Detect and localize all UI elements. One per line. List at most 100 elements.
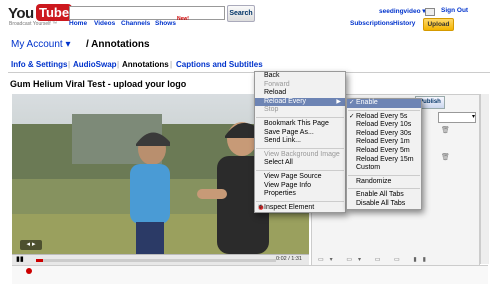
tab-audioswap[interactable]: AudioSwap: [73, 60, 117, 69]
menu-item-enable-all-tabs[interactable]: Enable All Tabs: [347, 191, 421, 200]
menu-item-inspect-element[interactable]: 🐞 Inspect Element: [255, 204, 345, 213]
progress-track[interactable]: [36, 259, 276, 262]
menu-item-reload-every-1m[interactable]: Reload Every 1m: [347, 138, 421, 147]
menu-item-label: View Background Image: [264, 150, 340, 158]
menu-separator: [348, 174, 420, 176]
menu-item-select-all[interactable]: Select All: [255, 159, 345, 168]
nav-home[interactable]: Home: [69, 20, 87, 27]
menu-item-reload-every-5s[interactable]: ✓ Reload Every 5s: [347, 113, 421, 122]
firebug-icon: 🐞: [257, 204, 265, 211]
logo-tube-text: Tube: [36, 4, 73, 21]
menu-separator: [256, 147, 344, 149]
menu-item-label: Back: [264, 72, 280, 79]
search-button[interactable]: Search: [227, 5, 255, 22]
tab-divider: |: [68, 60, 71, 69]
menu-item-save-page-as[interactable]: Save Page As...: [255, 129, 345, 138]
search-input[interactable]: [69, 6, 225, 20]
tab-captions-subtitles[interactable]: Captions and Subtitles: [176, 60, 263, 69]
prev-next-icon[interactable]: ◂ ▸: [20, 240, 42, 250]
menu-item-back[interactable]: Back: [255, 72, 345, 81]
menu-item-label: Disable All Tabs: [356, 199, 406, 207]
menu-item-label: Reload: [264, 89, 287, 97]
menu-item-reload-every-30s[interactable]: Reload Every 30s: [347, 130, 421, 139]
tagline: Broadcast Yourself ™: [9, 21, 58, 27]
play-pause-icon[interactable]: ▮▮: [16, 255, 24, 263]
menu-item-label: Stop: [264, 106, 279, 114]
tab-annotations[interactable]: Annotations: [122, 60, 169, 69]
timeline-marker[interactable]: [26, 268, 32, 274]
progress-fill: [36, 259, 44, 262]
menu-item-properties[interactable]: Properties: [255, 190, 345, 199]
page-title: / Annotations: [86, 39, 150, 50]
menu-item-label: View Page Source: [264, 172, 322, 180]
new-badge: New!: [177, 16, 189, 22]
menu-item-reload-every-5m[interactable]: Reload Every 5m: [347, 147, 421, 156]
tab-divider: |: [117, 60, 120, 69]
menu-item-view-page-info[interactable]: View Page Info: [255, 182, 345, 191]
annotation-timeline[interactable]: [12, 265, 488, 284]
menu-item-custom[interactable]: Custom: [347, 164, 421, 173]
nav-videos[interactable]: Videos: [94, 20, 115, 27]
menu-item-label: Randomize: [356, 177, 392, 185]
menu-item-label: Reload Every 30s: [356, 129, 412, 137]
menu-separator: [256, 169, 344, 171]
trash-icon[interactable]: 🗑: [441, 153, 450, 161]
checkmark-icon: ✓: [349, 112, 355, 120]
menu-item-label: Send Link...: [264, 137, 301, 145]
menu-separator: [256, 200, 344, 202]
inbox-icon[interactable]: [425, 8, 435, 16]
menu-item-label: Save Page As...: [264, 128, 314, 136]
menu-item-disable-all-tabs[interactable]: Disable All Tabs: [347, 200, 421, 209]
menu-item-bookmark-this-page[interactable]: Bookmark This Page: [255, 120, 345, 129]
username-menu[interactable]: seedingvideo ▾: [379, 7, 426, 15]
menu-item-label: Select All: [264, 159, 293, 167]
annotation-type-select[interactable]: ▾: [438, 112, 476, 123]
menu-item-randomize[interactable]: Randomize: [347, 178, 421, 187]
menu-item-label: Enable: [356, 99, 378, 106]
menu-separator: [348, 188, 420, 190]
menu-item-label: Bookmark This Page: [264, 119, 329, 127]
video-title: Gum Helium Viral Test - upload your logo: [10, 79, 187, 89]
menu-item-forward: Forward: [255, 81, 345, 90]
player-controls: ▮▮: [12, 254, 309, 265]
divider: [8, 72, 490, 73]
menu-item-reload[interactable]: Reload: [255, 89, 345, 98]
menu-item-view-page-source[interactable]: View Page Source: [255, 173, 345, 182]
reload-every-submenu: ✓ Enable ✓ Reload Every 5s Reload Every 10s R…: [346, 98, 422, 210]
menu-item-label: Reload Every 10s: [356, 121, 412, 129]
menu-item-view-background-image: View Background Image: [255, 151, 345, 160]
nav-shows[interactable]: Shows: [155, 20, 176, 27]
tab-info-settings[interactable]: Info & Settings: [11, 60, 67, 69]
menu-item-label: Custom: [356, 164, 381, 172]
tab-divider: |: [170, 60, 173, 69]
subscriptions-link[interactable]: Subscriptions: [350, 20, 393, 27]
menu-item-reload-every[interactable]: Reload Every ▶: [255, 97, 345, 107]
sign-out-link[interactable]: Sign Out: [441, 7, 468, 14]
menu-item-send-link[interactable]: Send Link...: [255, 137, 345, 146]
submenu-arrow-icon: ▶: [336, 98, 341, 105]
upload-button[interactable]: Upload: [423, 18, 454, 31]
menu-item-label: Reload Every 5s: [356, 112, 408, 120]
annotation-toolbar-icons[interactable]: ▭▾ ▭▾ ▭ ▭ ▮▮: [318, 256, 432, 263]
history-link[interactable]: History: [393, 20, 415, 27]
menu-item-label: Reload Every 5m: [356, 146, 410, 154]
menu-item-label: Inspect Element: [264, 203, 315, 211]
menu-item-label: Properties: [264, 190, 296, 198]
menu-item-label: Forward: [264, 80, 290, 88]
scrollbar[interactable]: [480, 94, 489, 264]
menu-item-stop: Stop: [255, 106, 345, 115]
menu-item-label: Reload Every: [264, 97, 307, 105]
trash-icon[interactable]: 🗑: [441, 126, 450, 134]
nav-channels[interactable]: Channels: [121, 20, 150, 27]
menu-item-enable[interactable]: ✓ Enable: [347, 99, 421, 108]
menu-item-label: View Page Info: [264, 181, 311, 189]
menu-item-reload-every-15m[interactable]: Reload Every 15m: [347, 156, 421, 165]
my-account-menu[interactable]: My Account ▾: [11, 39, 71, 50]
context-menu: Back Forward Reload Reload Every ▶ Stop Bookma…: [254, 71, 346, 214]
time-display: 0:02 / 1:31: [276, 256, 302, 262]
checkmark-icon: ✓: [349, 99, 355, 106]
menu-item-label: Reload Every 15m: [356, 155, 414, 163]
menu-item-label: Reload Every 1m: [356, 138, 410, 146]
menu-item-reload-every-10s[interactable]: Reload Every 10s: [347, 121, 421, 130]
logo-you-text: You: [8, 5, 34, 22]
